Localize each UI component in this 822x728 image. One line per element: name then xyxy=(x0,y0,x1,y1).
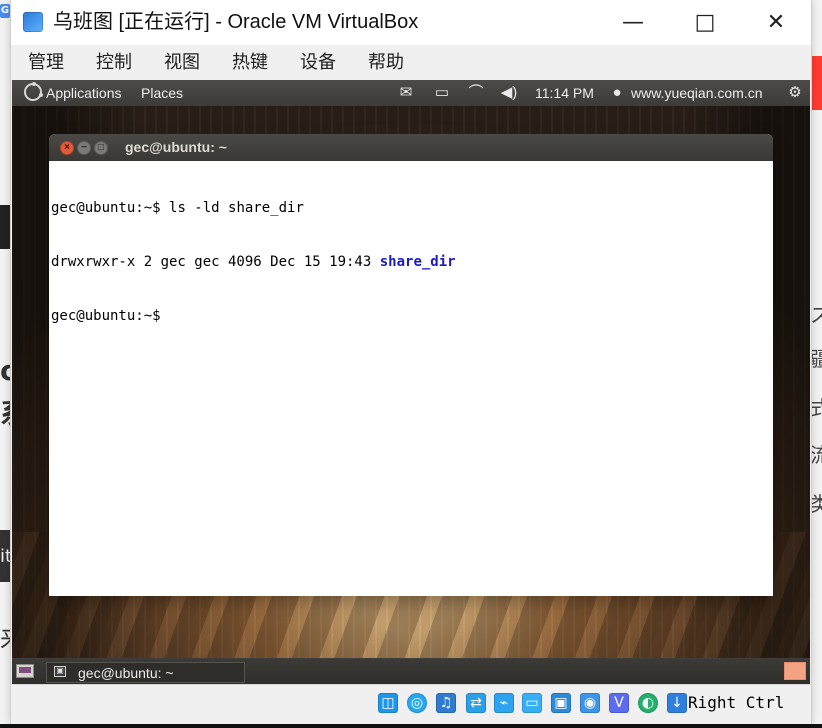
host-key-icon[interactable]: ↓ xyxy=(667,693,687,713)
mail-icon[interactable]: ✉ xyxy=(397,84,415,102)
maximize-button[interactable]: □ xyxy=(669,0,741,45)
close-icon: × xyxy=(64,142,70,153)
close-icon: ✕ xyxy=(766,9,786,35)
menu-view[interactable]: 视图 xyxy=(164,52,200,74)
terminal-minimize-button[interactable]: − xyxy=(77,141,91,155)
terminal-title: gec@ubuntu: ~ xyxy=(125,139,227,155)
user-menu[interactable]: www.yueqian.com.cn xyxy=(631,85,763,101)
close-button[interactable]: ✕ xyxy=(741,0,811,45)
usb-icon[interactable]: ⌁ xyxy=(494,693,514,713)
audio-icon[interactable]: ♫ xyxy=(436,693,456,713)
terminal-content[interactable]: gec@ubuntu:~$ ls -ld share_dir drwxrwxr-… xyxy=(49,161,773,596)
host-key-label: Right Ctrl xyxy=(688,693,785,712)
battery-icon[interactable]: ▭ xyxy=(432,84,452,102)
network-icon[interactable]: ⇄ xyxy=(466,693,486,713)
settings-gear-icon[interactable]: ⚙ xyxy=(786,84,804,102)
maximize-icon: □ xyxy=(97,142,105,153)
terminal-listing-text: drwxrwxr-x 2 gec gec 4096 Dec 15 19:43 xyxy=(51,254,380,270)
terminal-line-1: gec@ubuntu:~$ ls -ld share_dir xyxy=(51,199,773,217)
background-bottom-dark-strip xyxy=(0,724,822,728)
guest-display[interactable]: Applications Places ✉ ▭ ⌒ ◀) 11:14 PM ● … xyxy=(12,80,810,684)
shared-folder-icon[interactable]: ▭ xyxy=(522,693,542,713)
terminal-line-2: drwxrwxr-x 2 gec gec 4096 Dec 15 19:43 s… xyxy=(51,253,773,271)
menu-control[interactable]: 控制 xyxy=(96,52,132,74)
optical-drive-icon[interactable]: ◎ xyxy=(407,693,427,713)
menu-help[interactable]: 帮助 xyxy=(368,52,404,74)
menu-manage[interactable]: 管理 xyxy=(28,52,64,74)
taskbar-label: gec@ubuntu: ~ xyxy=(78,665,174,681)
volume-icon[interactable]: ◀) xyxy=(499,84,519,102)
minimize-icon: − xyxy=(81,142,87,153)
user-icon[interactable]: ● xyxy=(610,84,624,102)
menu-hotkeys[interactable]: 热键 xyxy=(232,52,268,74)
terminal-titlebar: × − □ gec@ubuntu: ~ xyxy=(49,134,773,161)
terminal-directory-name: share_dir xyxy=(379,254,456,270)
window-controls: — □ ✕ xyxy=(597,0,811,45)
mouse-integration-icon[interactable]: ◐ xyxy=(638,693,658,713)
video-recording-icon[interactable]: ◉ xyxy=(580,693,600,713)
virtualbox-logo-icon xyxy=(23,12,43,32)
places-menu[interactable]: Places xyxy=(141,85,183,101)
terminal-prompt: gec@ubuntu:~$ xyxy=(51,200,170,216)
ubuntu-bottom-panel: ▣ gec@ubuntu: ~ xyxy=(12,658,810,684)
browser-logo-icon: G xyxy=(0,4,10,18)
virtualbox-menubar: 管理 控制 视图 热键 设备 帮助 xyxy=(11,45,811,80)
virtualization-icon[interactable]: V xyxy=(609,693,629,713)
virtualbox-window: 乌班图 [正在运行] - Oracle VM VirtualBox — □ ✕ … xyxy=(10,0,812,724)
terminal-command: ls -ld share_dir xyxy=(169,200,304,216)
ubuntu-logo-icon[interactable] xyxy=(24,82,43,101)
desktop-background: G o 系 来 it ス 疆 式 流 类 乌班图 [正在运行] - Oracle… xyxy=(0,0,822,728)
minimize-button[interactable]: — xyxy=(597,0,669,45)
terminal-maximize-button[interactable]: □ xyxy=(94,141,108,155)
terminal-line-3: gec@ubuntu:~$ xyxy=(51,307,773,325)
trash-icon[interactable] xyxy=(784,662,806,680)
virtualbox-statusbar: ◫ ◎ ♫ ⇄ ⌁ ▭ ▣ ◉ V ◐ ↓ Right Ctrl xyxy=(12,684,810,724)
applications-menu[interactable]: Applications xyxy=(46,85,122,101)
show-desktop-button[interactable] xyxy=(16,664,34,678)
menu-devices[interactable]: 设备 xyxy=(300,52,336,74)
terminal-close-button[interactable]: × xyxy=(60,141,74,155)
clock[interactable]: 11:14 PM xyxy=(535,85,594,101)
ubuntu-top-panel: Applications Places ✉ ▭ ⌒ ◀) 11:14 PM ● … xyxy=(12,80,810,106)
terminal-taskbar-button[interactable]: ▣ gec@ubuntu: ~ xyxy=(46,662,245,683)
terminal-prompt: gec@ubuntu:~$ xyxy=(51,308,161,324)
terminal-icon: ▣ xyxy=(54,666,66,677)
hard-disk-icon[interactable]: ◫ xyxy=(378,693,398,713)
window-titlebar: 乌班图 [正在运行] - Oracle VM VirtualBox — □ ✕ xyxy=(11,0,811,45)
maximize-icon: □ xyxy=(694,9,716,35)
terminal-window[interactable]: × − □ gec@ubuntu: ~ gec@ubuntu:~$ ls -ld… xyxy=(49,134,773,596)
minimize-icon: — xyxy=(622,9,644,35)
window-title: 乌班图 [正在运行] - Oracle VM VirtualBox xyxy=(53,11,419,33)
wifi-icon[interactable]: ⌒ xyxy=(467,84,485,102)
display-icon[interactable]: ▣ xyxy=(551,693,571,713)
